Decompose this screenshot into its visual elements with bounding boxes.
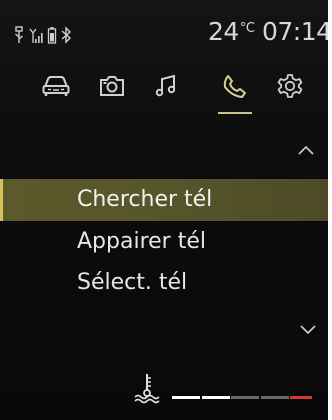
- outside-temperature: 24°C: [208, 17, 255, 51]
- tab-phone[interactable]: [215, 68, 255, 104]
- status-icons: [14, 24, 72, 46]
- selected-tab-indicator: [218, 112, 252, 114]
- car-icon: [41, 73, 71, 99]
- menu-item-pair-phone[interactable]: Appairer tél: [0, 221, 328, 263]
- usb-icon: [14, 25, 25, 45]
- menu-item-search-phone[interactable]: Chercher tél: [0, 179, 328, 221]
- tab-music[interactable]: [146, 68, 186, 104]
- tab-vehicle[interactable]: [36, 68, 76, 104]
- chevron-up-icon: [296, 142, 316, 161]
- menu-item-select-phone[interactable]: Sélect. tél: [0, 262, 328, 304]
- phone-icon: [222, 73, 248, 99]
- coolant-temperature-icon: [131, 372, 167, 408]
- infotainment-screen: 24°C 07:14 Chercher tél Appairer tél Sél…: [0, 0, 328, 420]
- tab-settings[interactable]: [270, 68, 310, 104]
- gear-icon: [277, 73, 303, 99]
- music-note-icon: [154, 73, 178, 99]
- coolant-gauge-segment: [172, 396, 200, 399]
- scroll-up-button[interactable]: [296, 142, 316, 161]
- signal-icon: [28, 25, 44, 45]
- temperature-unit: °C: [239, 21, 255, 36]
- chevron-down-icon: [298, 322, 318, 341]
- scroll-down-button[interactable]: [298, 322, 318, 341]
- coolant-gauge-segment: [260, 396, 289, 399]
- temperature-value: 24: [208, 17, 239, 46]
- bluetooth-icon: [60, 25, 72, 45]
- coolant-gauge-segment: [231, 396, 259, 399]
- battery-icon: [47, 25, 57, 45]
- coolant-gauge-segment: [201, 396, 230, 399]
- clock: 07:14: [262, 17, 328, 46]
- coolant-gauge-segment: [290, 396, 312, 399]
- tab-camera[interactable]: [92, 68, 132, 104]
- camera-icon: [98, 73, 126, 99]
